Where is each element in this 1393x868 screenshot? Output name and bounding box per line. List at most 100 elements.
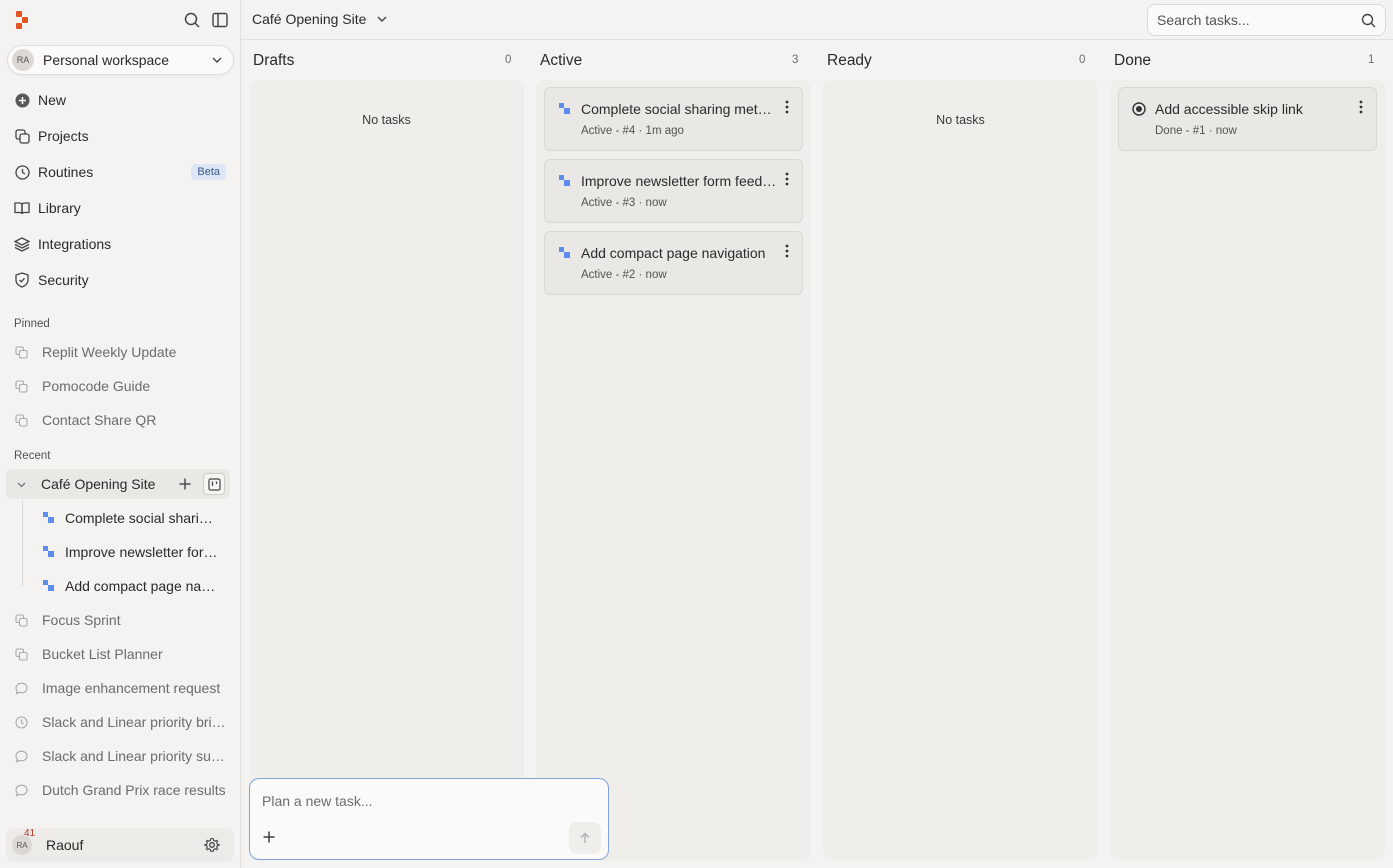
beta-badge: Beta — [191, 164, 226, 180]
more-options-icon[interactable] — [781, 171, 793, 187]
column-count-active: 3 — [792, 54, 799, 66]
nav-label: New — [38, 92, 67, 108]
nav-library[interactable]: Library — [6, 193, 234, 223]
recent-item[interactable]: Slack and Linear priority briefing — [6, 707, 234, 737]
shield-icon — [14, 272, 30, 288]
plus-circle-icon — [14, 92, 30, 108]
layers-icon — [14, 236, 30, 252]
more-options-icon[interactable] — [781, 99, 793, 115]
project-title-dropdown[interactable]: Café Opening Site — [252, 11, 388, 27]
projects-icon — [14, 613, 28, 627]
recent-item-label: Bucket List Planner — [42, 646, 163, 662]
nav-new[interactable]: New — [6, 85, 234, 115]
recent-item-label: Image enhancement request — [42, 680, 221, 696]
task-composer — [249, 778, 609, 860]
task-card[interactable]: Add compact page navigation Active - #2 … — [544, 231, 803, 295]
projects-icon — [14, 647, 28, 661]
task-card-title: Add compact page navigation — [581, 245, 766, 261]
task-icon — [559, 175, 570, 186]
board-view-button[interactable] — [203, 473, 225, 495]
recent-task-item[interactable]: Complete social sharing metadata — [36, 503, 230, 533]
user-name: Raouf — [46, 837, 84, 853]
column-count-ready: 0 — [1079, 54, 1086, 66]
send-button[interactable] — [569, 822, 601, 854]
recent-item[interactable]: Slack and Linear priority summary — [6, 741, 234, 771]
search-icon[interactable] — [1361, 13, 1376, 28]
arrow-up-icon — [580, 832, 590, 843]
workspace-selector[interactable]: RA Personal workspace — [7, 45, 234, 75]
replit-logo-icon[interactable] — [14, 11, 30, 29]
column-title-done: Done — [1114, 52, 1152, 69]
pinned-item-label: Pomocode Guide — [42, 378, 151, 394]
clock-icon — [14, 164, 30, 180]
search-icon[interactable] — [183, 11, 201, 29]
plan-task-input[interactable] — [262, 793, 592, 815]
empty-state: No tasks — [362, 113, 411, 127]
recent-item-label: Focus Sprint — [42, 612, 121, 628]
task-card-meta: Active - #4 · 1m ago — [581, 125, 684, 137]
nav-security[interactable]: Security — [6, 265, 234, 295]
chat-icon — [14, 681, 28, 695]
more-options-icon[interactable] — [781, 243, 793, 259]
task-search[interactable] — [1147, 4, 1386, 36]
chevron-down-icon — [212, 57, 222, 63]
recent-item-label: Slack and Linear priority summary — [42, 748, 232, 764]
recent-task-item[interactable]: Add compact page navigation — [36, 571, 230, 601]
task-card[interactable]: Add accessible skip link Done - #1 · now — [1118, 87, 1377, 151]
pinned-item[interactable]: Contact Share QR — [6, 405, 234, 435]
tree-line — [22, 500, 23, 586]
recent-task-item[interactable]: Improve newsletter form feedback — [36, 537, 230, 567]
column-count-done: 1 — [1368, 54, 1375, 66]
plus-icon[interactable] — [177, 476, 193, 492]
recent-item[interactable]: Image enhancement request — [6, 673, 234, 703]
task-icon — [559, 103, 570, 114]
plus-icon[interactable] — [262, 830, 276, 844]
user-profile[interactable]: RA 41 Raouf — [6, 828, 234, 862]
pinned-item[interactable]: Replit Weekly Update — [6, 337, 234, 367]
task-icon — [43, 580, 54, 591]
recent-item-label: Slack and Linear priority briefing — [42, 714, 232, 730]
nav-integrations[interactable]: Integrations — [6, 229, 234, 259]
project-title: Café Opening Site — [252, 11, 367, 27]
recent-item[interactable]: Focus Sprint — [6, 605, 234, 635]
column-done — [1110, 80, 1385, 860]
task-card[interactable]: Improve newsletter form feedback Active … — [544, 159, 803, 223]
workspace-label: Personal workspace — [43, 52, 170, 68]
recent-item-label: Dutch Grand Prix race results — [42, 782, 226, 798]
column-title-drafts: Drafts — [253, 52, 295, 69]
search-input[interactable] — [1157, 12, 1352, 28]
nav-routines[interactable]: Routines Beta — [6, 157, 234, 187]
kanban-icon — [207, 477, 221, 491]
recent-item[interactable]: Dutch Grand Prix race results — [6, 775, 234, 805]
notification-count: 41 — [24, 828, 36, 839]
more-options-icon[interactable] — [1355, 99, 1367, 115]
pinned-item[interactable]: Pomocode Guide — [6, 371, 234, 401]
gear-icon[interactable] — [204, 837, 220, 853]
pinned-heading: Pinned — [14, 318, 50, 330]
recent-heading: Recent — [14, 450, 51, 462]
recent-task-label: Improve newsletter form feedback — [65, 544, 220, 560]
projects-icon — [14, 345, 28, 359]
column-drafts: No tasks — [249, 80, 524, 860]
sidebar: RA Personal workspace New Projects Routi… — [0, 0, 241, 868]
recent-project-label: Café Opening Site — [41, 476, 156, 492]
recent-item[interactable]: Bucket List Planner — [6, 639, 234, 669]
column-count-drafts: 0 — [505, 54, 512, 66]
book-icon — [14, 200, 30, 216]
recent-project-cafe[interactable]: Café Opening Site — [6, 469, 230, 499]
task-card-meta: Active - #3 · now — [581, 197, 667, 209]
column-title-ready: Ready — [827, 52, 872, 69]
recent-task-label: Complete social sharing metadata — [65, 510, 220, 526]
task-card[interactable]: Complete social sharing metadata Active … — [544, 87, 803, 151]
chevron-down-icon — [377, 16, 387, 22]
task-icon — [43, 512, 54, 523]
chat-icon — [14, 749, 28, 763]
sidebar-toggle-icon[interactable] — [211, 11, 229, 29]
nav-label: Projects — [38, 128, 89, 144]
task-icon — [43, 546, 54, 557]
nav-projects[interactable]: Projects — [6, 121, 234, 151]
nav-label: Integrations — [38, 236, 112, 252]
task-card-meta: Active - #2 · now — [581, 269, 667, 281]
chat-icon — [14, 783, 28, 797]
chevron-down-icon[interactable] — [16, 479, 27, 490]
